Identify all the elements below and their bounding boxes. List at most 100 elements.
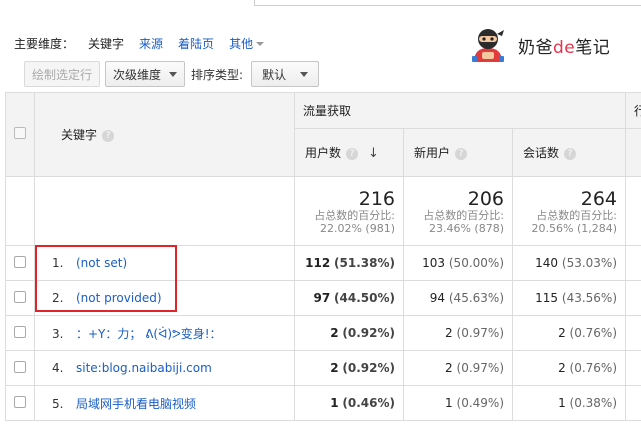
new-users-cell: 1 (0.49%) (403, 385, 513, 421)
new-users-pct: (50.00%) (448, 256, 504, 270)
watermark-text-post: 笔记 (575, 37, 611, 58)
row-select-cell (5, 245, 35, 281)
sessions-total: 264 占总数的百分比: 20.56% (1,284) (511, 176, 627, 246)
sort-type-label: 排序类型: (191, 67, 244, 82)
row-checkbox[interactable] (14, 325, 26, 338)
secondary-dimension-label: 次级维度 (113, 67, 162, 82)
new-users-pct: (45.63%) (448, 291, 504, 305)
users-total-pct-label: 占总数的百分比: (314, 209, 395, 222)
select-all-checkbox[interactable] (14, 127, 26, 139)
row-checkbox[interactable] (14, 395, 26, 408)
sessions-value: 1 (558, 396, 566, 410)
keyword-link[interactable]: (not set) (76, 256, 127, 270)
plot-rows-button[interactable]: 绘制选定行 (24, 61, 101, 87)
behavior-cell (625, 315, 641, 351)
sessions-value: 2 (558, 361, 566, 375)
sessions-column-header[interactable]: 会话数? (511, 128, 627, 177)
new-users-pct: (0.97%) (456, 361, 504, 375)
users-cell: 2 (0.92%) (294, 350, 404, 386)
sort-descending-icon[interactable]: ↓ (368, 146, 379, 161)
table-row: 4. site:blog.naibabiji.com 2 (0.92%) 2 (0… (5, 350, 641, 386)
behavior-cell (625, 385, 641, 421)
keyword-cell: 2. (not provided) (34, 280, 295, 316)
table-row: 1. (not set) 112 (51.38%) 103 (50.00%) 14… (5, 245, 641, 281)
keyword-cell: 4. site:blog.naibabiji.com (34, 350, 295, 386)
help-icon[interactable]: ? (455, 147, 468, 160)
users-value: 97 (313, 291, 331, 305)
keyword-link[interactable]: site:blog.naibabiji.com (76, 361, 212, 375)
row-number: 4. (52, 361, 64, 375)
sessions-value: 140 (535, 256, 559, 270)
keyword-link[interactable]: ：+Y：力； ᕕ(ᐛ)ᕗ变身!： (76, 327, 222, 341)
users-header-label: 用户数 (305, 146, 342, 160)
new-users-value: 103 (422, 256, 446, 270)
users-cell: 1 (0.46%) (294, 385, 404, 421)
new-users-column-header[interactable]: 新用户? (403, 128, 513, 177)
new-users-cell: 94 (45.63%) (403, 280, 513, 316)
new-users-pct: (0.97%) (456, 326, 504, 340)
behavior-cell (625, 245, 641, 281)
dimension-other-dropdown[interactable]: 其他 (229, 35, 265, 52)
top-search-field[interactable] (254, 0, 641, 6)
behavior-column-header (625, 128, 641, 177)
sessions-total-pct: 20.56% (1,284) (531, 222, 618, 235)
keyword-column-header[interactable]: 关键字? (34, 92, 295, 177)
new-users-total-pct: 23.46% (878) (428, 222, 504, 235)
sessions-cell: 140 (53.03%) (511, 245, 627, 281)
keyword-link[interactable]: (not provided) (76, 291, 162, 305)
new-users-total-value: 206 (467, 188, 504, 210)
chevron-down-icon (300, 71, 309, 77)
users-cell: 97 (44.50%) (294, 280, 404, 316)
behavior-cell (625, 350, 641, 386)
users-pct: (0.92%) (342, 361, 395, 375)
row-checkbox[interactable] (14, 255, 26, 268)
keyword-header-label: 关键字 (61, 128, 98, 142)
sessions-pct: (0.76%) (569, 361, 618, 375)
primary-dimension-bar: 主要维度： 关键字 来源 着陆页 其他 (14, 35, 265, 52)
row-select-cell (5, 385, 35, 421)
secondary-dimension-dropdown[interactable]: 次级维度 (105, 61, 186, 87)
dimension-other-label: 其他 (229, 36, 254, 51)
row-checkbox[interactable] (14, 290, 26, 303)
row-number: 5. (52, 396, 64, 411)
new-users-value: 94 (429, 291, 446, 305)
table-row: 2. (not provided) 97 (44.50%) 94 (45.63%)… (5, 280, 641, 316)
new-users-header-label: 新用户 (414, 146, 451, 160)
users-pct: (0.92%) (342, 326, 395, 340)
sort-type-dropdown[interactable]: 默认 (251, 61, 320, 87)
users-column-header[interactable]: 用户数? ↓ (294, 128, 404, 177)
row-select-cell (5, 350, 35, 386)
watermark-text-de: de (553, 37, 576, 58)
select-all-cell (5, 92, 35, 177)
help-icon[interactable]: ? (564, 147, 577, 160)
new-users-pct: (0.49%) (456, 396, 504, 410)
dimension-landing-page-link[interactable]: 着陆页 (178, 35, 214, 52)
users-value: 2 (330, 361, 339, 375)
keyword-link[interactable]: 局域网手机看电脑视频 (76, 397, 196, 411)
watermark-text-pre: 奶爸 (518, 37, 553, 58)
report-table: 关键字? 流量获取 行 用户数? ↓ 新用户? 会话数? 216 占总数的百分比:… (5, 92, 641, 421)
new-users-total-pct-label: 占总数的百分比: (423, 209, 504, 222)
help-icon[interactable]: ? (102, 129, 115, 142)
table-row: 3. ：+Y：力； ᕕ(ᐛ)ᕗ变身!： 2 (0.92%) 2 (0.97%) 2… (5, 315, 641, 351)
dimension-source-link[interactable]: 来源 (139, 35, 163, 52)
totals-empty-cell (625, 176, 641, 246)
totals-empty-cell (5, 176, 35, 246)
users-total: 216 占总数的百分比: 22.02% (981) (294, 176, 404, 246)
sessions-total-value: 264 (580, 188, 618, 210)
row-checkbox[interactable] (14, 360, 26, 373)
chevron-down-icon (256, 42, 265, 46)
acquisition-group-header: 流量获取 (293, 92, 627, 129)
behavior-cell (625, 280, 641, 316)
new-users-total: 206 占总数的百分比: 23.46% (878) (403, 176, 513, 246)
row-number: 3. (52, 326, 64, 341)
table-row: 5. 局域网手机看电脑视频 1 (0.46%) 1 (0.49%) 1 (0.38… (5, 385, 641, 421)
row-number: 2. (52, 291, 64, 305)
sessions-value: 115 (535, 291, 559, 305)
row-select-cell (5, 280, 35, 316)
sessions-value: 2 (558, 326, 566, 340)
new-users-value: 2 (445, 326, 453, 340)
help-icon[interactable]: ? (346, 147, 359, 160)
keyword-cell: 5. 局域网手机看电脑视频 (34, 385, 295, 421)
sessions-cell: 2 (0.76%) (511, 315, 627, 351)
